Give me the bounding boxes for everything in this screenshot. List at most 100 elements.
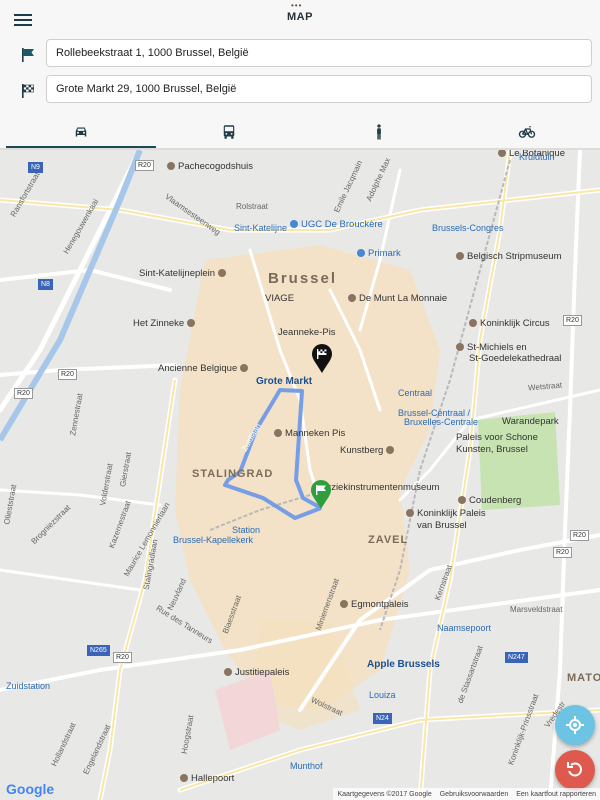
destination-pin-icon[interactable] — [311, 344, 333, 374]
map-view[interactable]: N9 N8 R20 R20 R20 R20 R20 R20 R20 N265 N… — [0, 150, 600, 800]
poi-dot-icon — [187, 319, 196, 327]
poi-paleis-kunsten-2: Kunsten, Brussel — [456, 444, 528, 455]
poi-zuidstation: Zuidstation — [6, 681, 51, 691]
poi-kunstberg: Kunstberg — [340, 445, 397, 456]
poi-louiza: Louiza — [369, 690, 396, 700]
poi-hallepoort: Hallepoort — [180, 773, 234, 784]
travel-mode-tabs — [0, 116, 600, 148]
poi-dot-icon — [224, 668, 232, 676]
report-error-link[interactable]: Een kaartfout rapporteren — [516, 791, 596, 798]
my-location-button[interactable] — [555, 705, 595, 745]
district-brussel: Brussel — [268, 270, 338, 287]
poi-apple-brussels: Apple Brussels — [367, 659, 440, 670]
walking-icon — [377, 124, 381, 140]
poi-label: St-Michiels en — [467, 342, 527, 353]
poi-viage: VIAGE — [265, 293, 295, 304]
poi-justitiepaleis: Justitiepaleis — [224, 667, 289, 678]
poi-label: Manneken Pis — [285, 428, 346, 439]
poi-de-munt: De Munt La Monnaie — [348, 293, 447, 304]
tab-walking[interactable] — [304, 116, 454, 148]
tab-bicycle[interactable] — [452, 116, 600, 148]
poi-sint-katelijneplein: Sint-Katelijneplein — [139, 268, 229, 279]
bicycle-icon — [518, 126, 536, 138]
poi-label: Kunstberg — [340, 445, 384, 456]
origin-row — [14, 39, 592, 67]
road-shield-r20: R20 — [58, 369, 77, 380]
poi-label: Koninklijk Circus — [480, 318, 550, 329]
poi-dot-icon — [218, 269, 227, 277]
road-shield-r20: R20 — [135, 160, 154, 171]
poi-label: Paleis voor Schone — [456, 432, 538, 443]
map-attribution: Kaartgegevens ©2017 Google Gebruiksvoorw… — [333, 788, 600, 800]
poi-pachecogodshuis: Pachecogodshuis — [167, 161, 253, 172]
poi-manneken-pis: Manneken Pis — [274, 428, 345, 439]
poi-church-icon — [456, 343, 464, 351]
poi-dot-icon — [240, 364, 249, 372]
poi-label: Hallepoort — [191, 773, 235, 784]
poi-warandepark: Warandepark — [502, 416, 559, 427]
district-zavel: ZAVEL — [368, 534, 409, 546]
tab-transit[interactable] — [154, 116, 304, 148]
road-shield-n265: N265 — [87, 645, 110, 656]
poi-ancienne-belgique: Ancienne Belgique — [158, 363, 251, 374]
poi-koninklijk-paleis-2: van Brussel — [417, 520, 467, 531]
poi-brussels-congres: Brussels-Congres — [432, 223, 504, 233]
poi-egmontpaleis: Egmontpaleis — [340, 599, 409, 610]
poi-st-michiels: St-Michiels en — [456, 342, 527, 353]
road-shield-n8: N8 — [38, 279, 53, 290]
poi-dot-icon — [458, 496, 466, 504]
app-root: ••• MAP Rollebeekstraat 1, 1000 Brussel,… — [0, 0, 600, 800]
map-data-credit: Kaartgegevens ©2017 Google — [337, 790, 432, 798]
poi-coudenberg: Coudenberg — [458, 495, 521, 506]
origin-pin-icon[interactable] — [310, 480, 332, 510]
map-base — [0, 150, 600, 800]
poi-theatre-icon — [348, 294, 356, 302]
poi-stripmuseum: Belgisch Stripmuseum — [456, 251, 562, 262]
poi-sint-katelijne: Sint-Katelijne — [234, 223, 288, 233]
district-stalingrad: STALINGRAD — [192, 468, 274, 480]
poi-cinema-icon — [290, 220, 298, 228]
poi-label: Sint-Katelijneplein — [139, 268, 216, 279]
poi-label: Pachecogodshuis — [178, 161, 253, 172]
road-shield-r20: R20 — [14, 388, 33, 399]
tab-car[interactable] — [6, 116, 156, 148]
undo-icon — [567, 762, 582, 777]
car-icon — [75, 127, 87, 137]
poi-het-zinneke: Het Zinneke — [133, 318, 198, 329]
reset-route-button[interactable] — [555, 750, 595, 790]
poi-label: Het Zinneke — [133, 318, 185, 329]
poi-dot-icon — [340, 600, 348, 608]
road-shield-r20: R20 — [553, 547, 572, 558]
poi-dot-icon — [274, 429, 282, 437]
terms-link[interactable]: Gebruiksvoorwaarden — [440, 791, 508, 798]
district-matonge: MATO — [567, 672, 600, 684]
destination-row — [14, 75, 592, 103]
poi-dot-icon — [180, 774, 188, 782]
poi-centraal: Centraal — [398, 388, 433, 398]
origin-input[interactable] — [46, 39, 592, 67]
road-shield-n247: N247 — [505, 652, 528, 663]
menu-bar — [14, 24, 32, 26]
poi-dot-icon — [386, 446, 395, 454]
bus-icon — [223, 125, 235, 139]
poi-koninklijk-circus: Koninklijk Circus — [469, 318, 550, 329]
page-title: MAP — [287, 11, 313, 23]
road-shield-r20: R20 — [563, 315, 582, 326]
poi-label: UGC De Brouckère — [301, 219, 383, 230]
road-shield-r20: R20 — [570, 530, 589, 541]
destination-input[interactable] — [46, 75, 592, 103]
google-logo: Google — [6, 781, 55, 797]
road-shield-r20: R20 — [113, 652, 132, 663]
poi-dot-icon — [498, 150, 506, 157]
poi-grote-markt: Grote Markt — [256, 376, 313, 387]
street-rolstraat: Rolstraat — [236, 202, 269, 211]
poi-label: Coudenberg — [469, 495, 522, 506]
finish-flag-icon — [22, 84, 34, 98]
poi-koninklijk-paleis: Koninklijk Paleis — [406, 508, 486, 519]
poi-ugc: UGC De Brouckère — [290, 219, 383, 230]
poi-muziekinstrumentenmuseum: Muziekinstrumentenmuseum — [318, 482, 440, 493]
poi-label: De Munt La Monnaie — [359, 293, 448, 304]
poi-museum-icon — [456, 252, 464, 260]
poi-label: Ancienne Belgique — [158, 363, 238, 374]
poi-label: Koninklijk Paleis — [417, 508, 486, 519]
